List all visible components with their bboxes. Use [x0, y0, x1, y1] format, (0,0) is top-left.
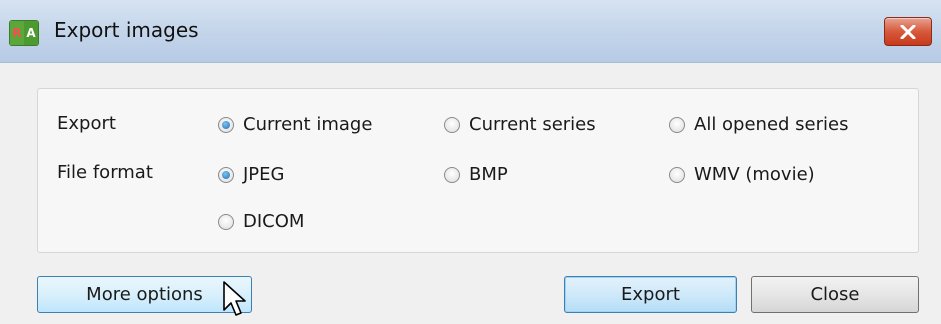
radio-label: Current image: [243, 114, 373, 135]
radio-dicom[interactable]: DICOM: [218, 211, 304, 232]
radio-label: Current series: [469, 114, 596, 135]
radio-label: JPEG: [243, 164, 285, 185]
radio-label: All opened series: [694, 114, 849, 135]
export-button[interactable]: Export: [564, 276, 737, 313]
radio-circle: [218, 166, 234, 183]
radio-circle: [669, 116, 685, 133]
radio-circle: [444, 166, 460, 183]
export-images-dialog: R A Export images Export Current image C…: [0, 0, 941, 324]
radio-label: BMP: [469, 164, 508, 185]
radio-circle: [669, 166, 685, 183]
radio-current-image[interactable]: Current image: [218, 114, 372, 135]
export-label: Export: [57, 113, 116, 134]
radio-bmp[interactable]: BMP: [444, 164, 508, 185]
close-window-button[interactable]: [884, 17, 932, 46]
radio-label: WMV (movie): [694, 164, 815, 185]
radio-current-series[interactable]: Current series: [444, 114, 596, 135]
app-icon-letter-left: R: [10, 21, 24, 45]
radio-circle: [218, 116, 234, 133]
radio-selected-dot: [222, 170, 230, 179]
close-icon: [900, 24, 916, 39]
app-icon: R A: [10, 21, 38, 45]
radio-jpeg[interactable]: JPEG: [218, 164, 284, 185]
radio-wmv-movie[interactable]: WMV (movie): [669, 164, 815, 185]
more-options-button[interactable]: More options: [37, 276, 252, 313]
radio-circle: [218, 213, 234, 230]
file-format-label: File format: [57, 162, 153, 183]
radio-selected-dot: [222, 120, 230, 129]
close-button[interactable]: Close: [751, 276, 919, 313]
radio-all-opened-series[interactable]: All opened series: [669, 114, 849, 135]
title-bar[interactable]: R A Export images: [0, 0, 941, 63]
mouse-pointer-icon: [223, 281, 246, 316]
radio-circle: [444, 116, 460, 133]
app-icon-letter-right: A: [24, 21, 38, 45]
window-title: Export images: [54, 18, 199, 42]
radio-label: DICOM: [243, 211, 305, 232]
